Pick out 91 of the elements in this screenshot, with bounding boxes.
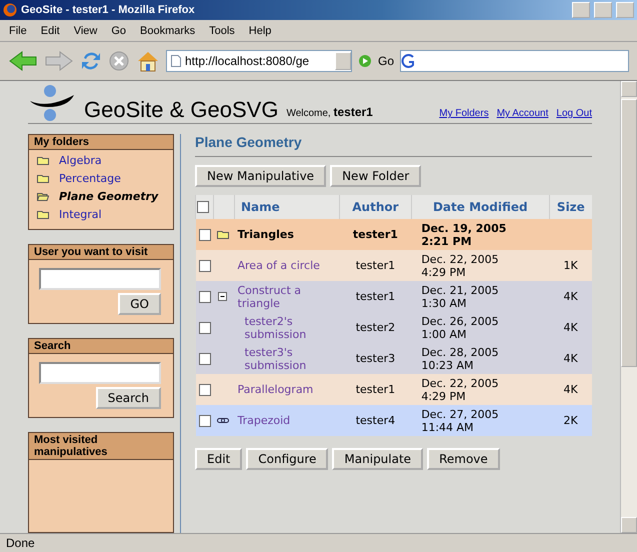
- home-icon[interactable]: [136, 50, 160, 72]
- welcome-text: Welcome, tester1: [286, 105, 373, 119]
- date-cell: Dec. 21, 2005 1:30 AM: [411, 281, 550, 312]
- back-arrow-icon[interactable]: [8, 50, 38, 72]
- date-cell: Dec. 26, 2005 1:00 AM: [411, 312, 550, 343]
- table-cell: 1K: [549, 250, 592, 281]
- item-link[interactable]: Trapezoid: [238, 414, 290, 427]
- folder-icon: [216, 230, 228, 239]
- column-header[interactable]: Date Modified: [411, 195, 550, 219]
- table-cell: tester2: [340, 312, 412, 343]
- link-icon: [216, 416, 228, 425]
- stop-icon[interactable]: [108, 50, 130, 72]
- item-link[interactable]: tester2's submission: [244, 314, 336, 340]
- table-cell: 4K: [549, 374, 592, 405]
- panel-title: Search: [29, 339, 173, 354]
- toolbar-button[interactable]: New Manipulative: [195, 165, 326, 187]
- table-cell: tester1: [340, 219, 412, 250]
- select-all-checkbox[interactable]: [197, 201, 209, 213]
- open-folder-icon: [37, 192, 49, 201]
- action-button[interactable]: Configure: [246, 448, 328, 470]
- logo-icon: [28, 83, 76, 123]
- date-cell: Dec. 27, 2005 11:44 AM: [411, 405, 550, 436]
- column-header[interactable]: Name: [234, 195, 340, 219]
- date-cell: Dec. 28, 2005 10:23 AM: [411, 343, 550, 374]
- action-button[interactable]: Edit: [195, 448, 242, 470]
- site-title: GeoSite & GeoSVG: [84, 97, 278, 123]
- folder-item[interactable]: Percentage: [37, 172, 165, 185]
- date-cell: Dec. 19, 2005 2:21 PM: [411, 219, 550, 250]
- search-field[interactable]: [400, 50, 629, 72]
- forward-arrow-icon[interactable]: [44, 50, 74, 72]
- firefox-icon: [3, 3, 17, 17]
- table-cell: tester1: [340, 250, 412, 281]
- table-cell: tester3: [340, 343, 412, 374]
- column-header[interactable]: Size: [549, 195, 592, 219]
- nav-link[interactable]: My Folders: [439, 108, 489, 119]
- item-link[interactable]: tester3's submission: [244, 346, 336, 372]
- toolbar-button[interactable]: New Folder: [330, 165, 422, 187]
- row-checkbox[interactable]: [198, 228, 210, 240]
- go-button[interactable]: Go: [378, 54, 394, 68]
- window-title: GeoSite - tester1 - Mozilla Firefox: [21, 4, 196, 16]
- folder-icon: [37, 210, 49, 219]
- date-cell: Dec. 22, 2005 4:29 PM: [411, 374, 550, 405]
- menu-item[interactable]: View: [68, 22, 102, 38]
- table-cell: 4K: [549, 343, 592, 374]
- table-cell: tester1: [340, 374, 412, 405]
- row-checkbox[interactable]: [198, 414, 210, 426]
- go-icon[interactable]: [358, 54, 372, 68]
- item-link[interactable]: Parallelogram: [238, 383, 314, 396]
- panel-title: Most visited manipulatives: [29, 433, 173, 460]
- table-cell: tester1: [340, 281, 412, 312]
- menu-item[interactable]: Edit: [36, 22, 65, 38]
- dropdown-button[interactable]: [335, 52, 351, 70]
- nav-link[interactable]: Log Out: [556, 108, 592, 119]
- folder-icon: [37, 156, 49, 165]
- row-checkbox[interactable]: [198, 384, 210, 396]
- folder-item[interactable]: Algebra: [37, 154, 165, 167]
- row-checkbox[interactable]: [198, 352, 210, 364]
- item-link[interactable]: Area of a circle: [238, 259, 320, 272]
- folder-item[interactable]: Plane Geometry: [37, 190, 165, 203]
- table-cell: 2K: [549, 405, 592, 436]
- date-cell: Dec. 22, 2005 4:29 PM: [411, 250, 550, 281]
- panel-title: My folders: [29, 135, 173, 150]
- action-button[interactable]: Remove: [427, 448, 500, 470]
- collapse-icon[interactable]: [216, 292, 228, 301]
- menu-item[interactable]: Go: [106, 22, 132, 38]
- search-button[interactable]: Search: [96, 387, 161, 409]
- action-button[interactable]: Manipulate: [332, 448, 424, 470]
- table-cell: 4K: [549, 281, 592, 312]
- user-field[interactable]: [39, 268, 161, 290]
- item-link[interactable]: Construct a triangle: [238, 284, 336, 310]
- menu-item[interactable]: Bookmarks: [135, 22, 200, 38]
- folder-title: Plane Geometry: [195, 134, 592, 157]
- item-link[interactable]: Triangles: [238, 228, 294, 241]
- folder-icon: [37, 174, 49, 183]
- table-cell: 4K: [549, 312, 592, 343]
- page-icon: [171, 55, 181, 67]
- row-checkbox[interactable]: [198, 260, 210, 272]
- folder-item[interactable]: Integral: [37, 208, 165, 221]
- address-field[interactable]: http://localhost:8080/ge: [166, 50, 352, 72]
- panel-title: User you want to visit: [29, 245, 173, 260]
- nav-link[interactable]: My Account: [496, 108, 548, 119]
- row-checkbox[interactable]: [198, 290, 210, 302]
- menu-item[interactable]: File: [4, 22, 32, 38]
- status-text: Done: [0, 533, 637, 552]
- row-checkbox[interactable]: [198, 322, 210, 334]
- reload-icon[interactable]: [80, 50, 102, 72]
- go-button[interactable]: GO: [118, 293, 161, 315]
- menu-item[interactable]: Tools: [204, 22, 240, 38]
- column-header[interactable]: Author: [340, 195, 412, 219]
- menu-item[interactable]: Help: [244, 22, 276, 38]
- table-cell: tester4: [340, 405, 412, 436]
